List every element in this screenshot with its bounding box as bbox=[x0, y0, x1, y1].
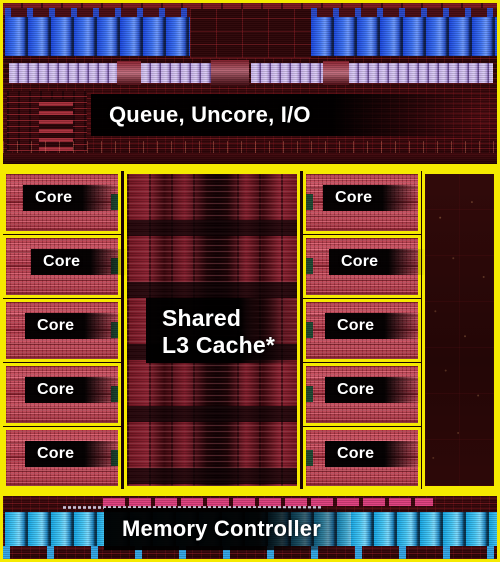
io-pads-lavender-right bbox=[349, 63, 493, 83]
core-column-left: Core Core Core Core Core bbox=[3, 171, 127, 489]
io-pads-lavender-mid-left bbox=[141, 63, 211, 83]
cpu-die-diagram: Queue, Uncore, I/O Core Core Core Core C… bbox=[0, 0, 500, 562]
label-core-right-3-text: Core bbox=[337, 317, 375, 334]
io-pads-blue-left bbox=[5, 15, 190, 56]
uncore-bus-strip bbox=[3, 141, 497, 153]
uncore-top-center bbox=[190, 9, 311, 58]
label-core-right-2-text: Core bbox=[341, 253, 379, 270]
core-column-right: Core Core Core Core Core bbox=[303, 171, 425, 489]
dark-die-region[interactable] bbox=[422, 171, 497, 489]
io-pads-lavender-left bbox=[9, 63, 117, 83]
label-queue-uncore-io-text: Queue, Uncore, I/O bbox=[109, 102, 311, 127]
label-core-left-4-text: Core bbox=[37, 381, 75, 398]
label-core-left-5: Core bbox=[25, 441, 121, 467]
label-core-right-5-text: Core bbox=[337, 445, 375, 462]
label-core-right-1-text: Core bbox=[335, 189, 373, 206]
label-core-left-1-text: Core bbox=[35, 189, 73, 206]
label-core-left-3: Core bbox=[25, 313, 121, 339]
label-core-left-2: Core bbox=[31, 249, 127, 275]
label-core-right-4-text: Core bbox=[337, 381, 375, 398]
label-core-right-2: Core bbox=[329, 249, 425, 275]
memory-pads-right bbox=[351, 512, 497, 546]
label-core-right-4: Core bbox=[325, 377, 421, 403]
label-memory-controller-text: Memory Controller bbox=[122, 516, 321, 541]
uncore-bottom-strip bbox=[3, 153, 497, 164]
divider-uncore-cores bbox=[3, 164, 497, 171]
memory-pads-left bbox=[5, 512, 107, 546]
io-pads-divider-c bbox=[323, 61, 349, 85]
core-port-right-5 bbox=[306, 450, 313, 466]
label-core-right-5: Core bbox=[325, 441, 421, 467]
label-core-right-3: Core bbox=[325, 313, 421, 339]
core-port-right-1 bbox=[306, 194, 313, 210]
uncore-region bbox=[3, 3, 497, 164]
dark-die-silicon bbox=[425, 174, 494, 486]
label-shared-l3-cache: Shared L3 Cache* bbox=[146, 298, 298, 363]
io-pads-blue-right bbox=[311, 15, 497, 56]
core-port-right-3 bbox=[306, 322, 313, 338]
label-shared-l3-cache-line1: Shared bbox=[162, 305, 242, 331]
io-pads-blue-right-cap bbox=[311, 8, 497, 17]
core-port-right-2 bbox=[306, 258, 313, 274]
label-core-left-3-text: Core bbox=[37, 317, 75, 334]
label-core-left-4: Core bbox=[25, 377, 121, 403]
label-queue-uncore-io: Queue, Uncore, I/O bbox=[91, 94, 481, 136]
io-pads-blue-left-cap bbox=[5, 8, 190, 17]
memory-routing-bars bbox=[103, 498, 433, 506]
label-shared-l3-cache-line2: L3 Cache* bbox=[162, 332, 276, 359]
label-core-right-1: Core bbox=[323, 185, 419, 211]
label-core-left-5-text: Core bbox=[37, 445, 75, 462]
divider-cores-memory bbox=[3, 489, 497, 496]
label-core-left-1: Core bbox=[23, 185, 119, 211]
io-pads-lavender-mid-right bbox=[251, 63, 323, 83]
io-pads-divider-b bbox=[211, 60, 249, 86]
io-pads-divider-a bbox=[117, 61, 141, 85]
core-port-right-4 bbox=[306, 386, 313, 402]
label-core-left-2-text: Core bbox=[43, 253, 81, 270]
label-memory-controller: Memory Controller bbox=[104, 508, 354, 550]
